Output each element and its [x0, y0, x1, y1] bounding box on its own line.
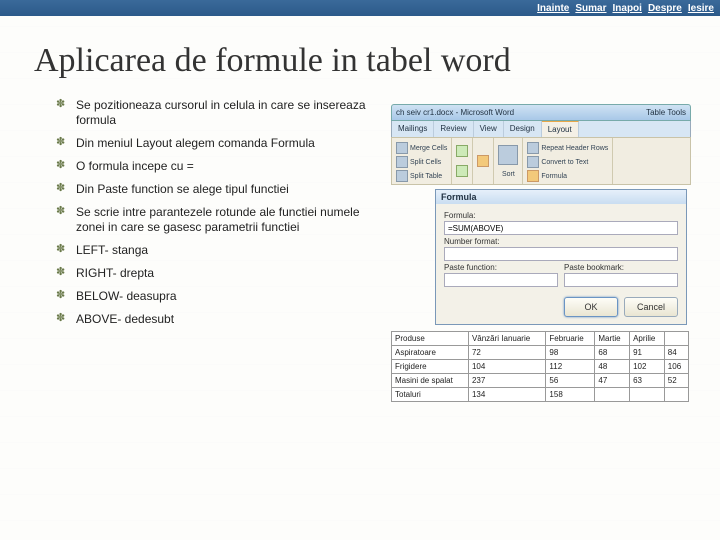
pastebm-select[interactable]: [564, 273, 678, 287]
split-cells-button[interactable]: Split Cells: [396, 156, 447, 168]
page-title: Aplicarea de formule in tabel word: [34, 42, 720, 80]
nav-sumar[interactable]: Sumar: [575, 3, 606, 14]
convert-text-button[interactable]: Convert to Text: [527, 156, 608, 168]
pastefn-select[interactable]: [444, 273, 558, 287]
nav-inapoi[interactable]: Inapoi: [613, 3, 642, 14]
bullet-icon: ✽: [56, 289, 76, 304]
pastebm-label: Paste bookmark:: [564, 263, 678, 272]
bullet-text: Din meniul Layout alegem comanda Formula: [76, 136, 381, 151]
ok-button[interactable]: OK: [564, 297, 618, 317]
word-ribbon: Merge Cells Split Cells Split Table Sort…: [391, 137, 691, 185]
bullet-text: O formula incepe cu =: [76, 159, 381, 174]
bullet-text: LEFT- stanga: [76, 243, 381, 258]
numberformat-input[interactable]: [444, 247, 678, 261]
word-tab-review[interactable]: Review: [434, 121, 473, 137]
bullet-icon: ✽: [56, 98, 76, 128]
nav-iesire[interactable]: Iesire: [688, 3, 714, 14]
bullet-icon: ✽: [56, 136, 76, 151]
bullet-text: ABOVE- dedesubt: [76, 312, 381, 327]
bullet-text: BELOW- deasupra: [76, 289, 381, 304]
word-tabs: MailingsReviewViewDesignLayout: [391, 121, 691, 137]
word-screenshot: ch seiv cr1.docx - Microsoft Word Table …: [391, 104, 691, 402]
data-table: ProduseVânzări IanuarieFebruarieMartieAp…: [391, 331, 689, 402]
word-titlebar: ch seiv cr1.docx - Microsoft Word Table …: [391, 104, 691, 121]
bullet-text: RIGHT- drepta: [76, 266, 381, 281]
bullet-text: Se pozitioneaza cursorul in celula in ca…: [76, 98, 381, 128]
word-tab-mailings[interactable]: Mailings: [392, 121, 434, 137]
formula-button[interactable]: Formula: [527, 170, 608, 182]
word-tab-view[interactable]: View: [474, 121, 504, 137]
nav-despre[interactable]: Despre: [648, 3, 682, 14]
word-tab-layout[interactable]: Layout: [542, 121, 579, 137]
cancel-button[interactable]: Cancel: [624, 297, 678, 317]
bullet-icon: ✽: [56, 312, 76, 327]
bullet-icon: ✽: [56, 243, 76, 258]
dialog-title: Formula: [436, 190, 686, 204]
bullet-icon: ✽: [56, 159, 76, 174]
bullet-text: Se scrie intre parantezele rotunde ale f…: [76, 205, 381, 235]
formula-label: Formula:: [444, 211, 678, 220]
numberformat-label: Number format:: [444, 237, 678, 246]
pastefn-label: Paste function:: [444, 263, 558, 272]
formula-input[interactable]: [444, 221, 678, 235]
sort-button[interactable]: [498, 145, 518, 165]
bullet-text: Din Paste function se alege tipul functi…: [76, 182, 381, 197]
bullet-icon: ✽: [56, 266, 76, 281]
bullet-icon: ✽: [56, 182, 76, 197]
nav-inainte[interactable]: Inainte: [537, 3, 569, 14]
formula-dialog: Formula Formula: Number format: Paste fu…: [435, 189, 687, 325]
bullet-list: ✽Se pozitioneaza cursorul in celula in c…: [56, 98, 381, 335]
merge-cells-button[interactable]: Merge Cells: [396, 142, 447, 154]
bullet-icon: ✽: [56, 205, 76, 235]
repeat-header-button[interactable]: Repeat Header Rows: [527, 142, 608, 154]
top-nav: Inainte Sumar Inapoi Despre Iesire: [0, 0, 720, 16]
split-table-button[interactable]: Split Table: [396, 170, 447, 182]
word-tab-design[interactable]: Design: [504, 121, 542, 137]
